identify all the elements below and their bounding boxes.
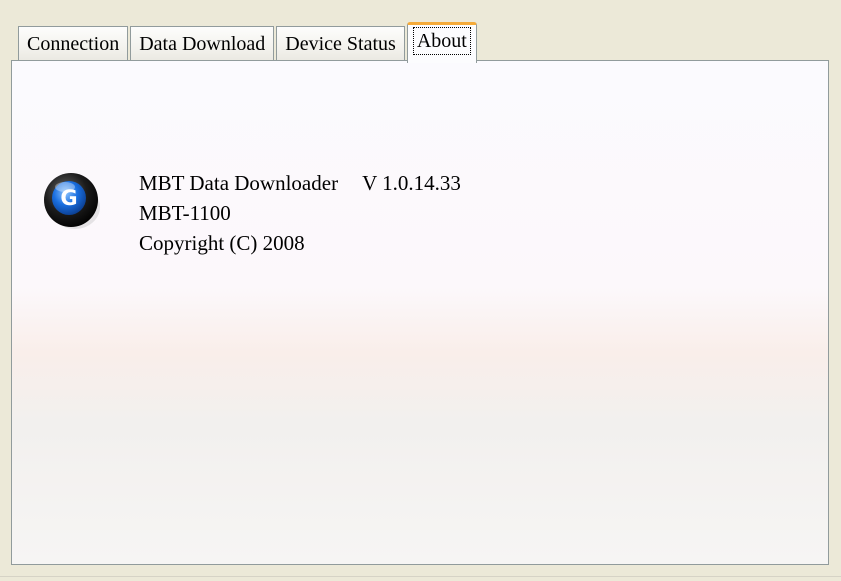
model-text: MBT-1100 [139, 201, 231, 225]
product-line: MBT Data Downloader V 1.0.14.33 [139, 168, 461, 198]
window-bottom-border [0, 576, 841, 577]
tab-about-label: About [412, 27, 471, 55]
product-name: MBT Data Downloader [139, 171, 339, 195]
tab-connection[interactable]: Connection [18, 26, 129, 62]
tab-device-status-label: Device Status [285, 33, 396, 55]
app-logo-icon: G [44, 173, 100, 229]
version-text: V 1.0.14.33 [362, 171, 461, 195]
tab-connection-label: Connection [27, 33, 120, 55]
tab-strip: Connection Data Download Device Status A… [18, 22, 479, 63]
about-info: MBT Data Downloader V 1.0.14.33 MBT-1100 … [139, 168, 461, 258]
about-panel [11, 60, 829, 565]
tab-about[interactable]: About [406, 22, 477, 63]
tab-device-status[interactable]: Device Status [276, 26, 405, 62]
copyright-text: Copyright (C) 2008 [139, 231, 305, 255]
tab-data-download[interactable]: Data Download [130, 26, 275, 62]
tab-data-download-label: Data Download [139, 33, 266, 55]
